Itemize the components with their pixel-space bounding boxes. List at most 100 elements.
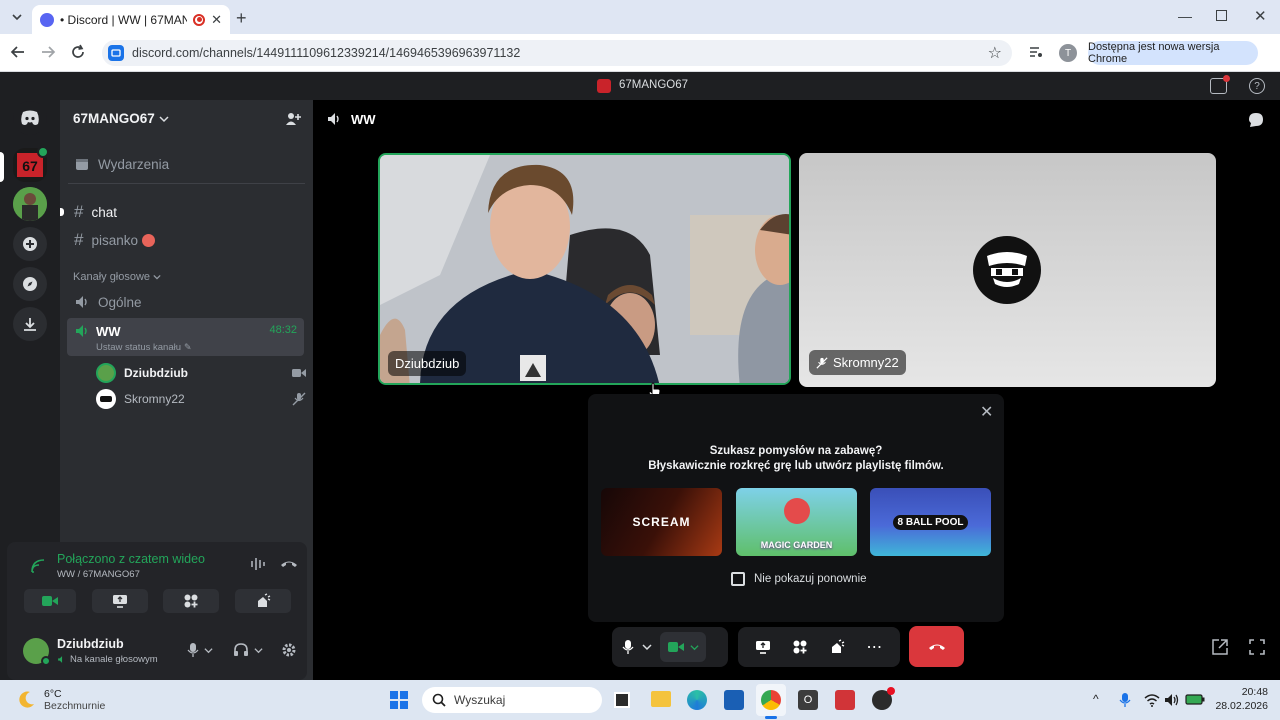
address-bar[interactable]: discord.com/channels/1449111109612339214… — [102, 40, 1012, 66]
tab-search-chevron-icon[interactable] — [9, 9, 25, 25]
back-arrow-icon[interactable] — [10, 44, 26, 60]
calendar-icon — [76, 159, 88, 170]
app-red-icon[interactable] — [835, 690, 855, 710]
file-explorer-icon[interactable] — [651, 691, 671, 707]
voice-member-row[interactable]: Dziubdziub — [96, 362, 306, 384]
invite-people-icon[interactable] — [285, 111, 301, 127]
microphone-icon[interactable] — [622, 639, 634, 655]
more-options-icon[interactable]: ⋯ — [866, 637, 883, 657]
show-hidden-icons-chevron-icon[interactable]: ^ — [1093, 692, 1099, 706]
channel-label: pisanko — [91, 232, 139, 248]
soundboard-icon — [258, 593, 271, 607]
chrome-update-button[interactable]: Dostępna jest nowa wersja Chrome — [1088, 41, 1258, 65]
emoji-icon — [142, 233, 156, 247]
inbox-icon[interactable] — [1210, 75, 1230, 94]
mic-control[interactable] — [187, 642, 213, 658]
settings-gear-icon[interactable] — [281, 642, 297, 658]
video-tile-dziubdziub[interactable]: Dziubdziub — [378, 153, 791, 385]
voice-category-header[interactable]: Kanały głosowe — [73, 271, 161, 283]
battery-icon[interactable] — [1185, 694, 1205, 705]
download-apps-icon[interactable] — [13, 307, 47, 341]
activity-card-magic-garden[interactable]: MAGIC GARDEN — [736, 488, 857, 556]
minimize-window-icon[interactable]: — — [1178, 8, 1192, 24]
avatar — [987, 252, 1027, 287]
discord-home-icon[interactable] — [13, 101, 47, 135]
dont-show-again-checkbox[interactable]: Nie pokazuj ponownie — [731, 572, 867, 586]
microphone-icon[interactable] — [1119, 692, 1131, 708]
weather-widget[interactable]: 6°C Bezchmurnie — [16, 688, 105, 712]
headphone-control[interactable] — [233, 642, 263, 658]
browser-tab-active[interactable]: • Discord | WW | 67MANGO ✕ — [32, 5, 230, 34]
user-profile-button[interactable]: Dziubdziub Na kanale głosowym — [17, 636, 187, 670]
avatar — [96, 363, 116, 383]
media-controls-icon[interactable] — [1028, 44, 1044, 60]
taskbar-search[interactable]: Wyszukaj — [422, 687, 602, 713]
soundboard-icon[interactable] — [829, 639, 845, 655]
activities-button[interactable] — [163, 589, 219, 613]
weather-temperature: 6°C — [44, 688, 62, 700]
discover-compass-icon[interactable] — [13, 267, 47, 301]
soundboard-button[interactable] — [235, 589, 291, 613]
close-popup-icon[interactable]: ✕ — [980, 402, 993, 422]
username: Dziubdziub — [57, 637, 124, 651]
hang-up-phone-icon — [928, 644, 945, 650]
app-dark-icon[interactable] — [872, 687, 895, 710]
close-tab-icon[interactable]: ✕ — [211, 12, 222, 28]
voice-member-row[interactable]: Skromny22 — [96, 388, 306, 410]
windows-start-icon[interactable] — [390, 691, 408, 709]
forward-arrow-icon[interactable] — [40, 44, 56, 60]
popout-window-icon[interactable] — [1211, 638, 1229, 656]
profile-avatar[interactable]: T — [1059, 44, 1077, 62]
help-icon[interactable]: ? — [1249, 78, 1265, 94]
screen-share-button[interactable] — [92, 589, 148, 613]
camera-options-chevron-icon[interactable] — [689, 643, 699, 652]
server-avatar-2[interactable] — [13, 187, 47, 221]
signal-strength-icon[interactable] — [31, 559, 45, 573]
fullscreen-icon[interactable] — [1248, 638, 1266, 656]
chrome-icon[interactable] — [761, 690, 781, 710]
server-67mango67[interactable]: 67 — [13, 146, 49, 182]
edge-browser-icon[interactable] — [687, 690, 707, 710]
text-channel-hash-icon: # — [74, 202, 84, 221]
wifi-icon[interactable] — [1144, 693, 1160, 707]
bookmark-star-icon[interactable]: ☆ — [988, 43, 1002, 63]
disconnect-call-button[interactable] — [909, 626, 964, 667]
noise-suppression-icon[interactable] — [250, 557, 268, 571]
reload-icon[interactable] — [70, 44, 86, 60]
microphone-icon — [187, 643, 199, 657]
checkbox[interactable] — [731, 572, 745, 586]
voice-channel-ogolne[interactable]: Ogólne — [68, 288, 305, 316]
video-tile-skromny22[interactable]: Skromny22 — [799, 153, 1216, 387]
task-view-icon[interactable] — [614, 692, 630, 708]
disconnect-phone-icon[interactable] — [280, 559, 298, 569]
channel-label: Ogólne — [98, 294, 142, 310]
events-item[interactable]: Wydarzenia — [68, 150, 305, 178]
camera-toggle-button[interactable] — [660, 632, 706, 662]
microsoft-store-icon[interactable] — [724, 690, 744, 710]
screen-share-icon[interactable] — [755, 640, 771, 654]
voice-channel-ww[interactable]: WW 48:32 Ustaw status kanału ✎ — [67, 318, 304, 356]
activity-title: 8 BALL POOL — [892, 514, 969, 530]
activity-card-scream[interactable]: SCREAM — [601, 488, 722, 556]
new-tab-icon[interactable]: + — [236, 8, 247, 29]
moon-icon — [19, 691, 34, 708]
site-info-icon[interactable] — [108, 45, 124, 61]
clock[interactable]: 20:48 28.02.2026 — [1212, 686, 1268, 712]
camera-toggle-button[interactable] — [24, 589, 76, 613]
set-channel-status[interactable]: Ustaw status kanału ✎ — [96, 342, 192, 353]
chat-bubble-icon[interactable] — [1247, 111, 1265, 129]
mic-options-chevron-icon[interactable] — [642, 642, 652, 652]
activities-rocket-icon[interactable] — [792, 639, 808, 655]
close-window-icon[interactable]: ✕ — [1254, 7, 1267, 25]
channel-pisanko[interactable]: # pisanko — [68, 226, 305, 254]
server-name-header[interactable]: 67MANGO67 — [73, 111, 169, 126]
add-server-icon[interactable] — [13, 227, 47, 261]
restore-window-icon[interactable] — [1216, 10, 1227, 21]
volume-icon[interactable] — [1164, 693, 1180, 707]
channel-sidebar: 67MANGO67 Wydarzenia # chat # pisanko Ka… — [7, 100, 313, 680]
obs-icon[interactable]: O — [798, 690, 818, 710]
checkbox-label: Nie pokazuj ponownie — [754, 573, 867, 585]
connection-subtitle[interactable]: WW / 67MANGO67 — [57, 569, 140, 580]
channel-chat[interactable]: # chat — [68, 198, 305, 226]
activity-card-8-ball-pool[interactable]: 8 BALL POOL — [870, 488, 991, 556]
